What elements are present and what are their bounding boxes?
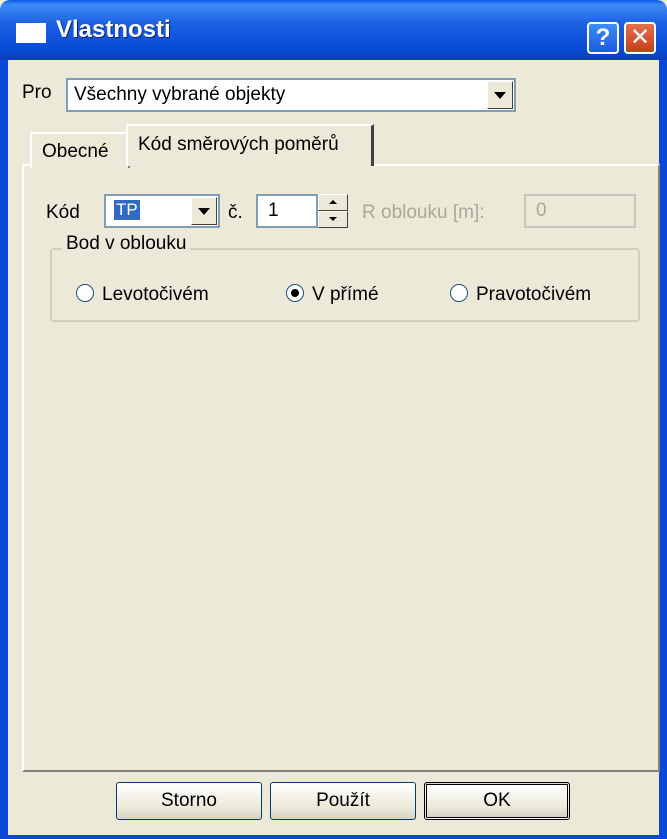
kod-label: Kód: [46, 202, 80, 223]
radio-v-prime[interactable]: [286, 284, 304, 302]
group-title: Bod v oblouku: [62, 233, 191, 255]
cislo-value: 1: [268, 200, 279, 221]
pro-select-value: Všechny vybrané objekty: [74, 84, 286, 105]
r-oblouku-input: 0: [524, 194, 636, 228]
pro-label: Pro: [22, 82, 52, 103]
ok-button[interactable]: OK: [424, 782, 570, 820]
properties-dialog: Vlastnosti ? ✕ Pro Všechny vybrané objek…: [0, 0, 667, 839]
window-title: Vlastnosti: [56, 16, 171, 43]
radio-pravotocivem[interactable]: [450, 284, 468, 302]
radio-label-levotocivem[interactable]: Levotočivém: [102, 284, 209, 306]
storno-button[interactable]: Storno: [116, 782, 262, 820]
window-frame-bottom: [0, 835, 667, 839]
help-button[interactable]: ?: [587, 22, 619, 54]
radio-label-pravotocivem[interactable]: Pravotočivém: [476, 284, 591, 306]
cislo-label: č.: [228, 202, 243, 223]
cislo-input[interactable]: 1: [256, 194, 318, 228]
spin-down-icon[interactable]: [318, 211, 348, 228]
chevron-down-icon[interactable]: [191, 197, 217, 225]
radio-levotocivem[interactable]: [76, 284, 94, 302]
kod-select[interactable]: TP: [104, 194, 220, 228]
pro-select[interactable]: Všechny vybrané objekty: [66, 78, 516, 112]
r-oblouku-value: 0: [536, 200, 547, 221]
kod-select-value: TP: [114, 200, 140, 220]
close-button[interactable]: ✕: [624, 22, 656, 54]
r-oblouku-label: R oblouku [m]:: [362, 202, 485, 223]
tab-kod-smerovych-pomeru[interactable]: Kód směrových poměrů: [126, 124, 374, 166]
title-bar[interactable]: Vlastnosti ? ✕: [0, 0, 667, 60]
pouzit-button[interactable]: Použít: [270, 782, 416, 820]
window-frame-left: [0, 60, 8, 839]
window-frame-right: [659, 60, 667, 839]
radio-label-v-prime[interactable]: V přímé: [312, 284, 379, 306]
chevron-down-icon[interactable]: [487, 81, 513, 109]
tab-obecne[interactable]: Obecné: [30, 132, 130, 168]
spin-up-icon[interactable]: [318, 194, 348, 211]
window-icon: [16, 23, 46, 43]
